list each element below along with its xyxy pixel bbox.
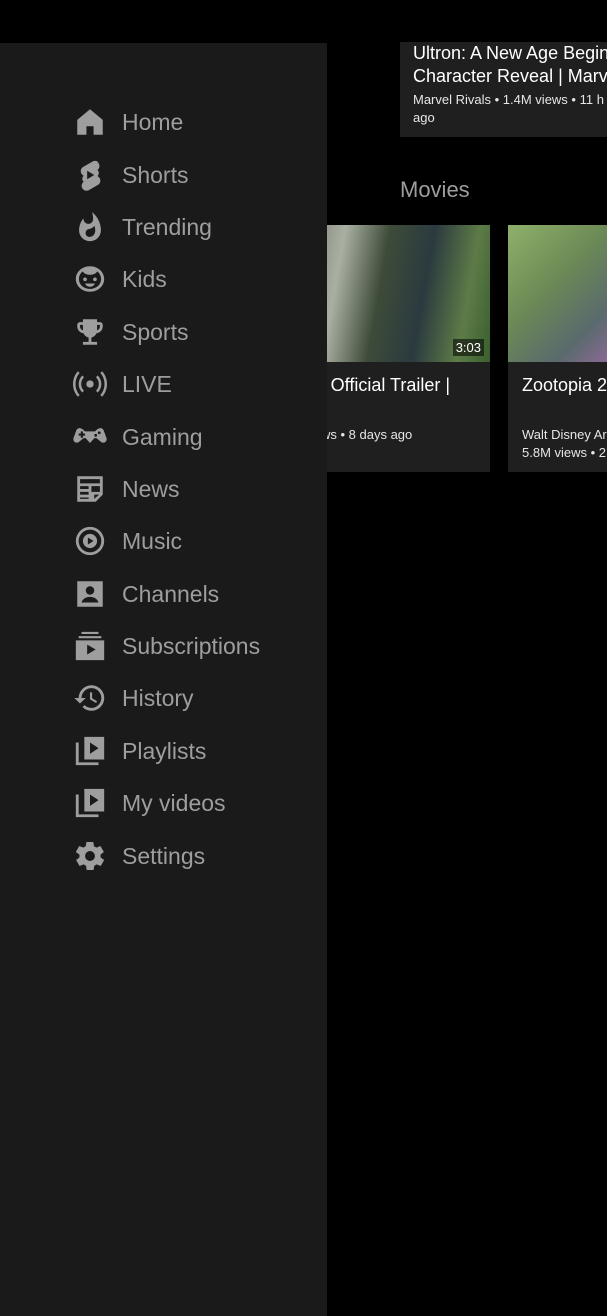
playlists-icon xyxy=(72,733,107,768)
nav-label: LIVE xyxy=(122,371,172,398)
kids-icon xyxy=(72,262,107,297)
app-screen: Ultron: A New Age Begins Character Revea… xyxy=(0,0,607,1316)
section-title-movies: Movies xyxy=(400,177,470,202)
nav-item-trending[interactable]: Trending xyxy=(0,201,327,253)
nav-list: Home Shorts Trending Kids Sports LIVE Ga… xyxy=(0,96,327,882)
video-title: Zootopia 2 xyxy=(522,375,607,395)
nav-label: Sports xyxy=(122,318,189,345)
nav-item-subscriptions[interactable]: Subscriptions xyxy=(0,620,327,672)
nav-item-history[interactable]: History xyxy=(0,672,327,724)
nav-item-my-videos[interactable]: My videos xyxy=(0,777,327,829)
navigation-drawer: Home Shorts Trending Kids Sports LIVE Ga… xyxy=(0,43,327,1316)
nav-item-channels[interactable]: Channels xyxy=(0,568,327,620)
duration-badge: 3:03 xyxy=(452,339,484,356)
video-title: | Official Trailer | xyxy=(321,375,451,395)
nav-item-shorts[interactable]: Shorts xyxy=(0,148,327,200)
video-thumbnail xyxy=(508,225,607,362)
nav-item-sports[interactable]: Sports xyxy=(0,306,327,358)
nav-item-settings[interactable]: Settings xyxy=(0,829,327,881)
gamepad-icon xyxy=(72,419,107,454)
video-meta: ws • 8 days ago xyxy=(321,427,413,442)
nav-label: Kids xyxy=(122,266,167,293)
live-icon xyxy=(72,367,107,402)
nav-label: Gaming xyxy=(122,423,203,450)
nav-label: History xyxy=(122,685,194,712)
nav-label: News xyxy=(122,475,180,502)
nav-label: Music xyxy=(122,528,183,555)
video-meta: Marvel Rivals • 1.4M views • 11 h ago xyxy=(413,92,604,125)
nav-item-gaming[interactable]: Gaming xyxy=(0,410,327,462)
trending-icon xyxy=(72,209,107,244)
nav-label: Shorts xyxy=(122,161,189,188)
video-meta: Walt Disney Ar 5.8M views • 2 xyxy=(522,427,607,460)
nav-item-news[interactable]: News xyxy=(0,463,327,515)
history-icon xyxy=(72,681,107,716)
video-card-zootopia[interactable]: Zootopia 2 Walt Disney Ar 5.8M views • 2 xyxy=(508,225,607,472)
video-title: Ultron: A New Age Begins Character Revea… xyxy=(413,43,607,86)
settings-icon xyxy=(72,838,107,873)
music-icon xyxy=(72,524,107,559)
nav-item-playlists[interactable]: Playlists xyxy=(0,725,327,777)
nav-label: Home xyxy=(122,109,184,136)
nav-label: Trending xyxy=(122,213,212,240)
nav-label: Settings xyxy=(122,842,206,869)
channels-icon xyxy=(72,576,107,611)
home-icon xyxy=(72,105,107,140)
nav-item-kids[interactable]: Kids xyxy=(0,253,327,305)
nav-item-music[interactable]: Music xyxy=(0,515,327,567)
nav-label: My videos xyxy=(122,790,226,817)
news-icon xyxy=(72,471,107,506)
trophy-icon xyxy=(72,314,107,349)
nav-item-home[interactable]: Home xyxy=(0,96,327,148)
nav-label: Subscriptions xyxy=(122,633,261,660)
shorts-icon xyxy=(72,157,107,192)
subscriptions-icon xyxy=(72,629,107,664)
my-videos-icon xyxy=(72,786,107,821)
nav-label: Playlists xyxy=(122,737,207,764)
nav-item-live[interactable]: LIVE xyxy=(0,358,327,410)
video-card-ultron[interactable]: Ultron: A New Age Begins Character Revea… xyxy=(400,42,607,137)
nav-label: Channels xyxy=(122,580,220,607)
